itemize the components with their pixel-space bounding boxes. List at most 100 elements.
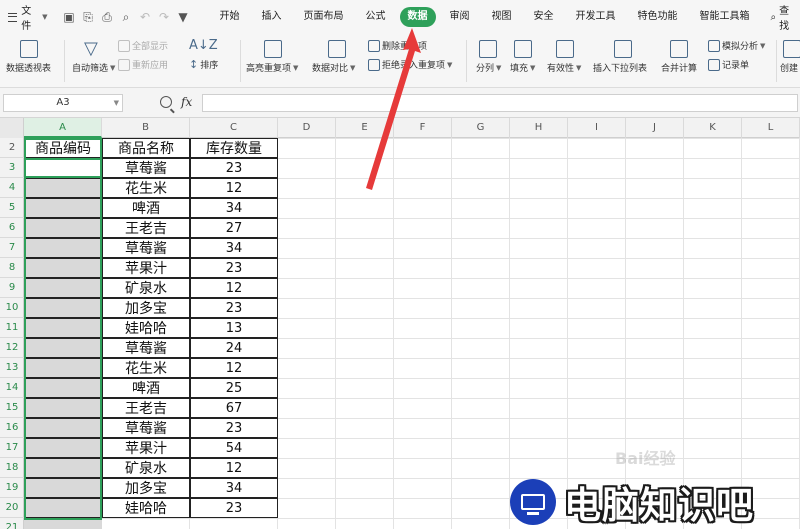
table-cell[interactable]: 12 xyxy=(190,278,278,298)
column-header-f[interactable]: F xyxy=(394,118,452,138)
table-cell[interactable]: 苹果汁 xyxy=(102,258,190,278)
fill-button[interactable]: 填充 ▼ xyxy=(510,61,535,75)
fx-icon[interactable]: fx xyxy=(181,95,192,109)
quick-access-chevron-icon[interactable]: ▼ xyxy=(176,10,191,25)
table-cell[interactable]: 12 xyxy=(190,358,278,378)
validity-icon[interactable] xyxy=(556,40,574,58)
fill-icon[interactable] xyxy=(514,40,532,58)
table-cell[interactable] xyxy=(24,258,102,278)
table-cell[interactable] xyxy=(24,458,102,478)
table-cell[interactable]: 23 xyxy=(190,298,278,318)
remove-dup-button[interactable]: 删除重复项 xyxy=(368,39,427,52)
table-cell[interactable] xyxy=(24,278,102,298)
highlight-dup-icon[interactable] xyxy=(264,40,282,58)
simulation-button[interactable]: 模拟分析 ▼ xyxy=(708,39,765,52)
row-header[interactable]: 2 xyxy=(0,138,24,158)
table-cell[interactable]: 草莓酱 xyxy=(102,158,190,178)
table-cell[interactable]: 24 xyxy=(190,338,278,358)
table-cell[interactable]: 王老吉 xyxy=(102,218,190,238)
table-cell[interactable] xyxy=(24,218,102,238)
table-cell[interactable]: 矿泉水 xyxy=(102,278,190,298)
file-menu-button[interactable]: 文件 ▼ xyxy=(0,0,56,34)
table-cell[interactable]: 23 xyxy=(190,418,278,438)
create-group-icon[interactable] xyxy=(783,40,800,58)
table-cell[interactable]: 娃哈哈 xyxy=(102,318,190,338)
table-cell[interactable]: 34 xyxy=(190,238,278,258)
table-cell[interactable]: 加多宝 xyxy=(102,298,190,318)
table-cell[interactable]: 23 xyxy=(190,258,278,278)
row-header[interactable]: 3 xyxy=(0,158,24,178)
row-header[interactable]: 19 xyxy=(0,478,24,498)
formula-input[interactable] xyxy=(202,94,798,112)
table-cell[interactable]: 草莓酱 xyxy=(102,338,190,358)
table-cell[interactable] xyxy=(24,378,102,398)
row-header[interactable]: 7 xyxy=(0,238,24,258)
split-column-icon[interactable] xyxy=(479,40,497,58)
tab-10[interactable]: 智能工具箱 xyxy=(689,7,761,27)
filter-icon[interactable]: ▽ xyxy=(84,38,98,59)
validity-button[interactable]: 有效性 ▼ xyxy=(547,61,581,75)
row-header[interactable]: 17 xyxy=(0,438,24,458)
column-header-a[interactable]: A xyxy=(24,118,102,138)
column-header-g[interactable]: G xyxy=(452,118,510,138)
row-header[interactable]: 16 xyxy=(0,418,24,438)
table-cell[interactable]: 54 xyxy=(190,438,278,458)
show-all-button[interactable]: 全部显示 xyxy=(118,39,168,52)
filled-cell[interactable] xyxy=(24,518,102,529)
consolidate-icon[interactable] xyxy=(670,40,688,58)
insert-dropdown-button[interactable]: 插入下拉列表 xyxy=(593,61,647,74)
tab-6[interactable]: 视图 xyxy=(481,7,523,27)
row-header[interactable]: 9 xyxy=(0,278,24,298)
consolidate-button[interactable]: 合并计算 xyxy=(661,61,697,74)
table-cell[interactable] xyxy=(24,338,102,358)
row-header[interactable]: 8 xyxy=(0,258,24,278)
column-header-e[interactable]: E xyxy=(336,118,394,138)
create-group-button[interactable]: 创建 xyxy=(780,61,798,74)
row-header[interactable]: 4 xyxy=(0,178,24,198)
table-cell[interactable] xyxy=(24,438,102,458)
table-cell[interactable]: 矿泉水 xyxy=(102,458,190,478)
table-cell[interactable] xyxy=(24,298,102,318)
table-cell[interactable] xyxy=(24,418,102,438)
print-icon[interactable]: ⎙ xyxy=(100,10,115,25)
name-box[interactable]: A3 ▼ xyxy=(3,94,123,112)
row-header[interactable]: 14 xyxy=(0,378,24,398)
table-cell[interactable]: 25 xyxy=(190,378,278,398)
row-header[interactable]: 12 xyxy=(0,338,24,358)
data-compare-button[interactable]: 数据对比 ▼ xyxy=(312,61,355,75)
table-cell[interactable]: 加多宝 xyxy=(102,478,190,498)
column-header-d[interactable]: D xyxy=(278,118,336,138)
row-header[interactable]: 20 xyxy=(0,498,24,518)
table-cell[interactable] xyxy=(24,358,102,378)
zoom-icon[interactable] xyxy=(160,96,172,108)
sort-button[interactable]: ↕ 排序 xyxy=(189,58,218,71)
table-cell[interactable]: 34 xyxy=(190,198,278,218)
column-header-h[interactable]: H xyxy=(510,118,568,138)
table-cell[interactable] xyxy=(24,178,102,198)
tab-1[interactable]: 插入 xyxy=(251,7,293,27)
split-column-button[interactable]: 分列 ▼ xyxy=(476,61,501,75)
tab-3[interactable]: 公式 xyxy=(355,7,397,27)
insert-dropdown-icon[interactable] xyxy=(614,40,632,58)
column-header-k[interactable]: K xyxy=(684,118,742,138)
table-cell[interactable]: 啤酒 xyxy=(102,378,190,398)
auto-filter-button[interactable]: 自动筛选 ▼ xyxy=(72,61,115,75)
select-all-corner[interactable] xyxy=(0,118,24,138)
tab-5[interactable]: 审阅 xyxy=(439,7,481,27)
active-cell[interactable] xyxy=(24,158,102,178)
save-icon[interactable]: ▣ xyxy=(62,10,77,25)
export-icon[interactable]: ⎘ xyxy=(81,10,96,25)
tab-2[interactable]: 页面布局 xyxy=(293,7,355,27)
print-preview-icon[interactable]: ⌕ xyxy=(119,10,134,25)
row-header[interactable]: 6 xyxy=(0,218,24,238)
table-cell[interactable] xyxy=(24,498,102,518)
table-cell[interactable]: 花生米 xyxy=(102,358,190,378)
table-cell[interactable]: 23 xyxy=(190,498,278,518)
column-header-j[interactable]: J xyxy=(626,118,684,138)
row-header[interactable]: 10 xyxy=(0,298,24,318)
reject-dup-button[interactable]: 拒绝录入重复项 ▼ xyxy=(368,58,452,71)
tab-8[interactable]: 开发工具 xyxy=(565,7,627,27)
table-cell[interactable] xyxy=(24,238,102,258)
cell-area[interactable]: 商品编码 商品名称 库存数量 草莓酱 23 花生米 12 啤酒 34 王老吉 27 草莓酱 34 苹果汁 2… xyxy=(24,138,800,529)
column-header-c[interactable]: C xyxy=(190,118,278,138)
